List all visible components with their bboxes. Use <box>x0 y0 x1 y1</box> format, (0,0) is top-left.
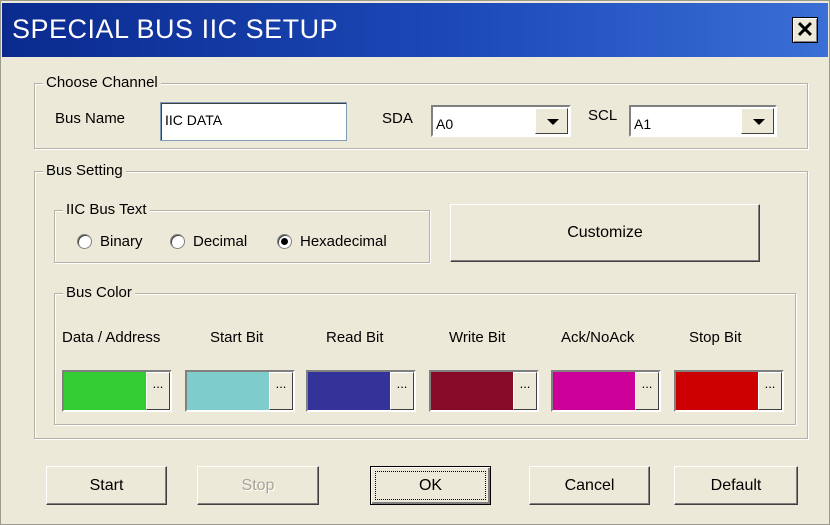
ack-noack-label: Ack/NoAck <box>561 329 635 346</box>
stop-bit-label: Stop Bit <box>689 329 742 346</box>
sda-value: A0 <box>436 116 454 132</box>
data-address-color <box>64 372 146 410</box>
more-icon[interactable]: ... <box>390 372 414 410</box>
hexadecimal-label[interactable]: Hexadecimal <box>300 233 387 250</box>
close-button[interactable]: ✕ <box>792 17 818 43</box>
more-icon[interactable]: ... <box>635 372 659 410</box>
binary-radio[interactable] <box>77 234 92 249</box>
read-bit-color-picker[interactable]: ... <box>306 370 416 412</box>
title-bar[interactable]: SPECIAL BUS IIC SETUP ✕ <box>2 3 828 57</box>
ok-button[interactable]: OK <box>370 466 491 505</box>
bus-color-legend: Bus Color <box>63 284 135 301</box>
focus-ring <box>375 471 486 500</box>
write-bit-color <box>431 372 513 410</box>
data-address-label: Data / Address <box>62 329 161 346</box>
stop-bit-color-picker[interactable]: ... <box>674 370 784 412</box>
scl-dropdown-arrow-icon[interactable] <box>741 108 774 134</box>
stop-button[interactable]: Stop <box>197 466 319 505</box>
scl-label: SCL <box>588 107 618 124</box>
scl-value: A1 <box>634 116 652 132</box>
write-bit-label: Write Bit <box>449 329 506 346</box>
customize-button[interactable]: Customize <box>450 204 760 262</box>
window-title: SPECIAL BUS IIC SETUP <box>12 14 339 44</box>
sda-dropdown-arrow-icon[interactable] <box>535 108 568 134</box>
read-bit-color <box>308 372 390 410</box>
bus-name-input[interactable]: IIC DATA <box>160 102 347 141</box>
setup-dialog: SPECIAL BUS IIC SETUP ✕ Choose Channel B… <box>0 0 830 525</box>
more-icon[interactable]: ... <box>146 372 170 410</box>
cancel-button[interactable]: Cancel <box>529 466 650 505</box>
read-bit-label: Read Bit <box>326 329 384 346</box>
start-bit-color <box>187 372 269 410</box>
close-icon: ✕ <box>795 17 815 42</box>
choose-channel-legend: Choose Channel <box>43 74 161 91</box>
start-bit-color-picker[interactable]: ... <box>185 370 295 412</box>
bus-name-label: Bus Name <box>55 110 126 127</box>
more-icon[interactable]: ... <box>758 372 782 410</box>
more-icon[interactable]: ... <box>269 372 293 410</box>
more-icon[interactable]: ... <box>513 372 537 410</box>
data-address-color-picker[interactable]: ... <box>62 370 172 412</box>
iic-bus-text-legend: IIC Bus Text <box>63 201 150 218</box>
decimal-label[interactable]: Decimal <box>193 233 247 250</box>
scl-select[interactable]: A1 <box>629 105 777 137</box>
stop-bit-color <box>676 372 758 410</box>
default-button[interactable]: Default <box>674 466 798 505</box>
start-button[interactable]: Start <box>46 466 167 505</box>
sda-select[interactable]: A0 <box>431 105 571 137</box>
binary-label[interactable]: Binary <box>100 233 143 250</box>
hexadecimal-radio[interactable] <box>277 234 292 249</box>
start-bit-label: Start Bit <box>210 329 264 346</box>
write-bit-color-picker[interactable]: ... <box>429 370 539 412</box>
bus-setting-legend: Bus Setting <box>43 162 126 179</box>
sda-label: SDA <box>382 110 413 127</box>
decimal-radio[interactable] <box>170 234 185 249</box>
ack-noack-color <box>553 372 635 410</box>
ack-noack-color-picker[interactable]: ... <box>551 370 661 412</box>
